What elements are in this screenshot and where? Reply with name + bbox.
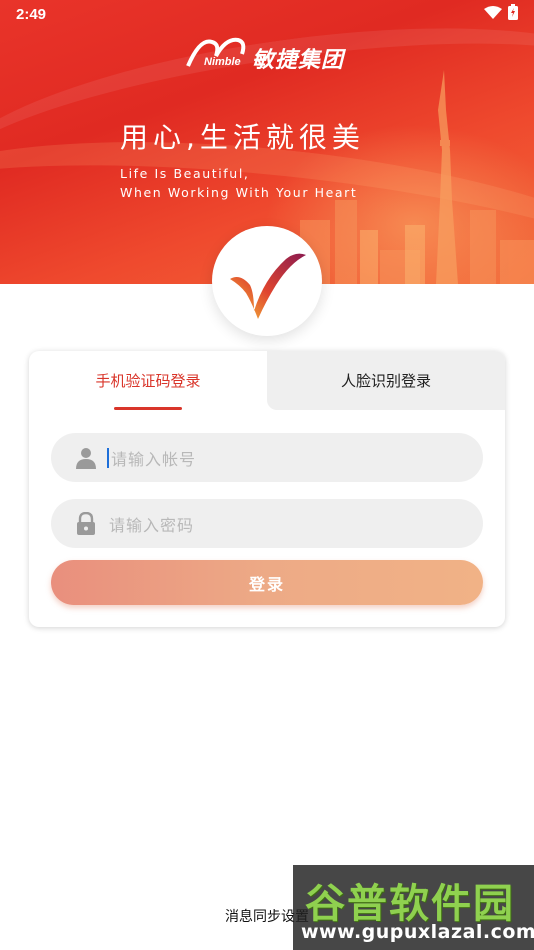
login-tabs: 手机验证码登录 人脸识别登录	[29, 351, 505, 410]
brand-name-en: Nimble	[204, 56, 241, 68]
tab-face-login-label: 人脸识别登录	[340, 372, 431, 390]
text-cursor	[107, 447, 109, 468]
status-bar: 2:49	[0, 0, 534, 28]
watermark-url: www.gupuxlazal.com	[301, 921, 534, 943]
lock-icon	[73, 511, 99, 537]
tab-sms-login-label: 手机验证码登录	[95, 372, 201, 390]
tab-face-login[interactable]: 人脸识别登录	[267, 351, 505, 410]
wifi-icon	[484, 5, 502, 24]
account-input[interactable]: 请输入帐号	[51, 433, 483, 482]
login-button[interactable]: 登录	[51, 560, 483, 605]
login-button-label: 登录	[248, 574, 285, 594]
active-tab-indicator	[114, 407, 182, 410]
brand-name-cn: 敏捷集团	[252, 48, 345, 73]
brand-logo: Nimble 敏捷集团	[186, 34, 356, 74]
battery-icon	[508, 4, 518, 24]
account-placeholder: 请输入帐号	[111, 449, 197, 469]
slogan-en-line2: When Working With Your Heart	[120, 185, 358, 200]
tab-sms-login[interactable]: 手机验证码登录	[29, 351, 267, 410]
password-input[interactable]: 请输入密码	[51, 499, 483, 548]
app-logo	[212, 226, 322, 336]
login-card: 手机验证码登录 人脸识别登录 请输入帐号 请输入密码 登录	[29, 351, 505, 627]
user-icon	[73, 445, 99, 471]
slogan-cn: 用心,生活就很美	[120, 121, 365, 154]
checkmark-logo-icon	[230, 253, 306, 319]
password-placeholder: 请输入密码	[109, 515, 195, 535]
slogan-en-line1: Life Is Beautiful,	[120, 166, 250, 181]
status-time: 2:49	[16, 5, 47, 23]
site-watermark: 谷普软件园 www.gupuxlazal.com	[293, 865, 534, 950]
slogan-en: Life Is Beautiful, When Working With You…	[120, 164, 357, 202]
